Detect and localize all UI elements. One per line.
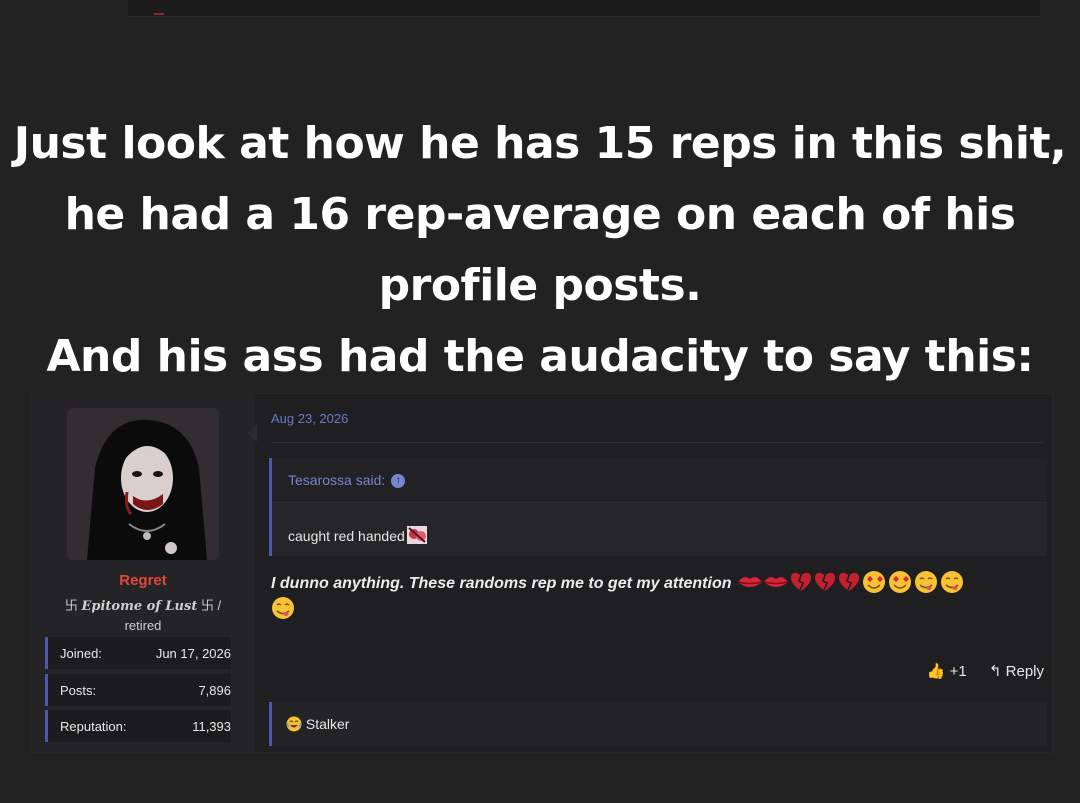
caption-text: Just look at how he has 15 reps in this …: [0, 108, 1080, 392]
quote-block: Tesarossa said: ↑ caught red handed: [269, 458, 1047, 556]
arrow-up-icon[interactable]: ↑: [391, 474, 406, 489]
message-text: I dunno anything. These randoms rep me t…: [271, 575, 732, 592]
top-bar-mark: [154, 13, 164, 15]
rep-count: +1: [949, 663, 967, 680]
reply-icon: ↰: [988, 663, 1002, 680]
post-pointer-arrow: [247, 424, 257, 442]
heart-eyes-icon: [862, 571, 911, 593]
reaction-item[interactable]: Stalker: [286, 716, 349, 732]
emoji-row-icon: [737, 571, 963, 593]
quote-author[interactable]: Tesarossa said: ↑: [288, 472, 406, 489]
thumbs-up-icon: 👍: [926, 663, 946, 680]
stat-value: Jun 17, 2026: [155, 646, 231, 661]
forum-post: Regret 卐 Epitome of Lust 卐 / retired Joi…: [30, 393, 1053, 753]
stat-value: 11,393: [192, 719, 231, 734]
caption-line: Just look at how he has 15 reps in this …: [13, 118, 1067, 169]
user-title-prefix: 卐: [64, 598, 82, 613]
reply-label: Reply: [1005, 663, 1044, 680]
reaction-label: Stalker: [305, 716, 350, 732]
user-title-line2: retired: [124, 618, 162, 633]
stat-label: Posts:: [60, 683, 97, 698]
user-title-fancy: Epitome of Lust: [81, 599, 198, 614]
avatar-image: [67, 408, 219, 560]
stat-reputation: Reputation: 11,393: [45, 710, 231, 742]
post-date[interactable]: Aug 23, 2026: [271, 411, 348, 426]
lips-icon: [737, 577, 789, 587]
post-message: I dunno anything. These randoms rep me t…: [271, 570, 1051, 622]
yum-face-icon: [272, 597, 294, 619]
reply-button[interactable]: ↰ Reply: [989, 663, 1044, 680]
yum-face-icon: [914, 571, 963, 593]
stat-value: 7,896: [198, 683, 231, 698]
user-title: 卐 Epitome of Lust 卐 / retired: [31, 596, 255, 635]
stat-joined: Joined: Jun 17, 2026: [45, 637, 231, 669]
quote-body: caught red handed: [288, 524, 429, 546]
avatar[interactable]: [67, 408, 219, 560]
caption-line: And his ass had the audacity to say this…: [46, 331, 1034, 382]
reactions-bar: Stalker: [269, 702, 1047, 746]
user-info-column: Regret 卐 Epitome of Lust 卐 / retired Joi…: [31, 394, 255, 752]
username[interactable]: Regret: [31, 572, 255, 589]
top-bar: [128, 0, 1040, 17]
divider: [271, 442, 1043, 443]
post-actions: 👍 +1 ↰ Reply: [909, 662, 1044, 680]
caption-line: he had a 16 rep-average on each of his: [64, 189, 1016, 240]
quote-header: Tesarossa said: ↑: [272, 458, 1047, 503]
rep-button[interactable]: 👍 +1: [927, 663, 967, 680]
stat-label: Joined:: [60, 646, 102, 661]
sticker-icon: [406, 526, 427, 544]
caption-line: profile posts.: [378, 260, 702, 311]
quote-text: caught red handed: [288, 528, 405, 544]
stat-label: Reputation:: [60, 719, 127, 734]
quote-author-label: Tesarossa said:: [288, 472, 386, 488]
stat-posts: Posts: 7,896: [45, 674, 231, 706]
user-title-suffix: 卐 /: [197, 598, 222, 613]
crying-laugh-icon: [286, 716, 302, 732]
